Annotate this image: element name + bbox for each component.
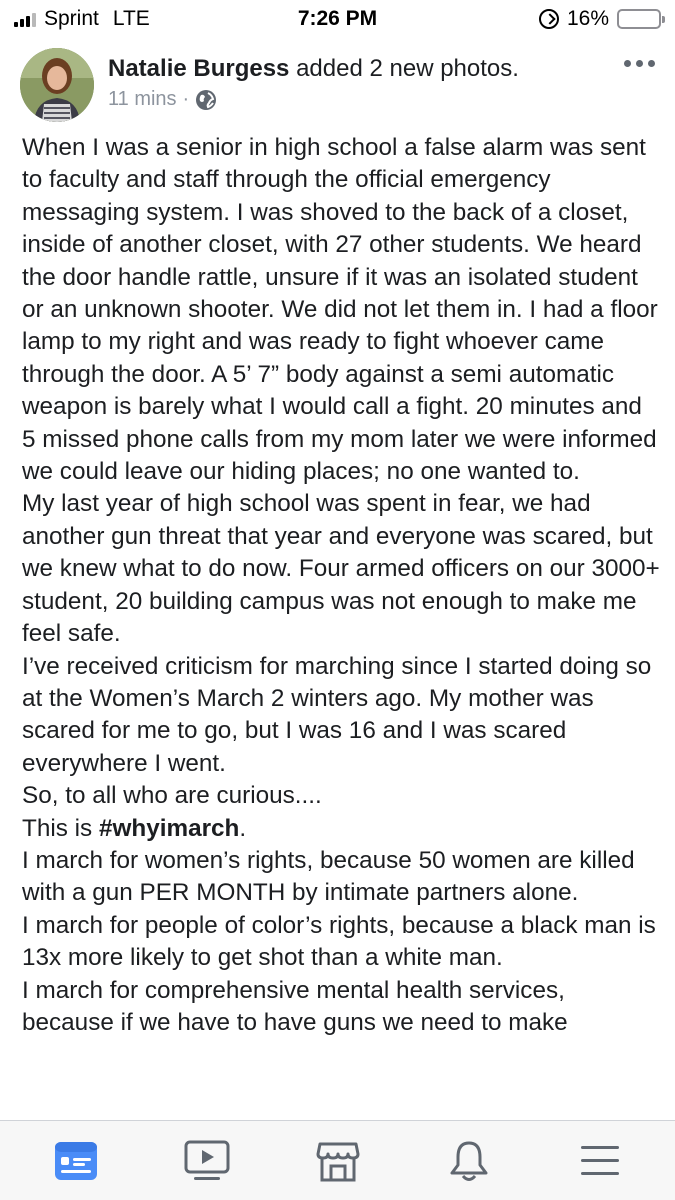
author-name[interactable]: Natalie Burgess xyxy=(108,55,289,82)
status-bar: Sprint LTE 7:26 PM 16% xyxy=(0,0,675,38)
status-right: 16% xyxy=(538,7,665,31)
author-line: Natalie Burgess added 2 new photos. xyxy=(108,55,519,83)
network-type: LTE xyxy=(112,7,150,30)
post-body: When I was a senior in high school a fal… xyxy=(22,132,662,1122)
tab-notifications[interactable] xyxy=(429,1131,509,1191)
hashtag-prefix: This is xyxy=(22,814,99,842)
post-timestamp[interactable]: 11 mins xyxy=(108,88,177,111)
notifications-bell-icon xyxy=(450,1141,487,1181)
signal-strength-icon xyxy=(14,11,36,27)
orientation-lock-icon xyxy=(538,9,559,29)
battery-percent: 16% xyxy=(566,7,609,30)
post-paragraph: I march for people of color’s rights, be… xyxy=(22,911,656,972)
post-paragraph: I march for women’s rights, because 50 w… xyxy=(22,846,635,907)
post-paragraph: I’ve received criticism for marching sin… xyxy=(22,652,652,777)
globe-icon[interactable] xyxy=(195,89,217,111)
post-meta: 11 mins · xyxy=(108,88,217,111)
post-paragraph: My last year of high school was spent in… xyxy=(22,490,660,648)
tab-news-feed[interactable] xyxy=(36,1131,116,1191)
hashtag-suffix: . xyxy=(239,814,247,842)
hashtag-link[interactable]: #whyimarch xyxy=(99,815,239,842)
marketplace-icon xyxy=(316,1142,359,1181)
more-horizontal-icon[interactable] xyxy=(624,60,655,67)
post-action-text: added 2 new photos. xyxy=(289,55,519,82)
status-left: Sprint LTE xyxy=(14,7,150,31)
post-paragraph: I march for comprehensive mental health … xyxy=(22,976,568,1036)
tab-watch[interactable] xyxy=(167,1131,247,1191)
news-feed-icon xyxy=(54,1141,97,1180)
post-paragraph: When I was a senior in high school a fal… xyxy=(22,134,658,486)
hashtag-line: This is #whyimarch. xyxy=(22,813,662,845)
bottom-nav xyxy=(0,1120,675,1200)
tab-menu[interactable] xyxy=(560,1131,640,1191)
tab-marketplace[interactable] xyxy=(298,1131,378,1191)
menu-icon xyxy=(580,1145,619,1175)
avatar[interactable] xyxy=(20,48,94,122)
battery-icon xyxy=(617,9,665,29)
post-paragraph: So, to all who are curious.... xyxy=(22,782,322,810)
post-header: Natalie Burgess added 2 new photos. 11 m… xyxy=(0,38,675,128)
meta-separator: · xyxy=(182,88,190,110)
carrier-name: Sprint xyxy=(44,7,99,30)
watch-video-icon xyxy=(184,1140,229,1180)
